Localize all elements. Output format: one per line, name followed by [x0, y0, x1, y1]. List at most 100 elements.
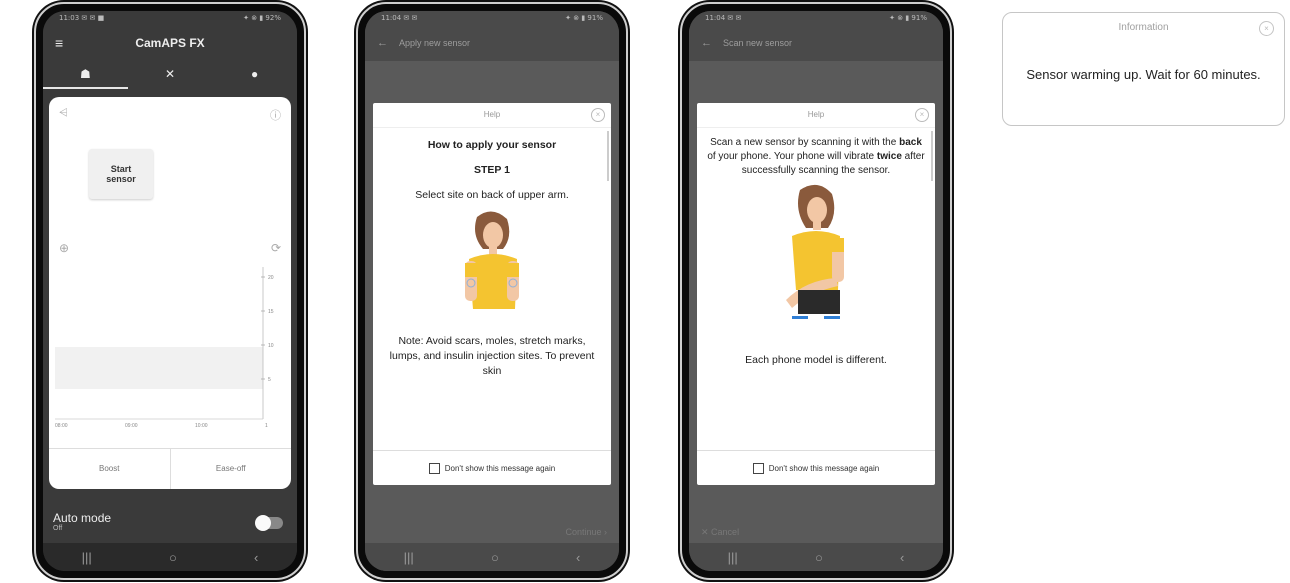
dialog-title: Help	[483, 110, 501, 119]
status-left: 11:04 ✉ ✉	[705, 14, 742, 22]
close-icon[interactable]: ×	[915, 108, 929, 122]
home-icon[interactable]: ☗	[43, 61, 128, 89]
x-tick-label: 08:00	[55, 423, 68, 427]
dialog-body: Scan a new sensor by scanning it with th…	[697, 128, 935, 375]
note-text: Note: Avoid scars, moles, stretch marks,…	[389, 335, 595, 377]
y-tick-label: 10	[268, 343, 274, 349]
information-dialog: Information × Sensor warming up. Wait fo…	[1002, 12, 1285, 126]
cancel-label: Cancel	[711, 527, 740, 537]
app-bar: ≡ CamAPS FX	[43, 25, 297, 61]
scan-bold-twice: twice	[876, 151, 902, 162]
step-label: STEP 1	[474, 164, 510, 176]
screen: 11:03 ✉ ✉ ■ ✦ ⊗ ▮ 92% ≡ CamAPS FX ☗ ✕ ● …	[43, 11, 297, 571]
back-arrow-icon[interactable]: ←	[377, 37, 399, 49]
x-tick-label: 1	[265, 423, 268, 427]
recents-icon[interactable]: |||	[404, 550, 414, 565]
dont-show-row[interactable]: Don't show this message again	[697, 450, 935, 485]
start-sensor-label: Start sensor	[106, 164, 136, 184]
close-icon[interactable]: ×	[591, 108, 605, 122]
signal-icon[interactable]: ⩤	[59, 107, 68, 120]
screen: 11:04 ✉ ✉ ✦ ⊗ ▮ 91% ← Apply new sensor H…	[365, 11, 619, 571]
information-message: Sensor warming up. Wait for 60 minutes.	[1026, 67, 1261, 82]
dont-show-checkbox[interactable]	[428, 462, 440, 474]
continue-label: Continue	[565, 527, 602, 537]
scan-text-2: of your phone. Your phone will vibrate	[707, 151, 877, 162]
target-range-band	[55, 347, 263, 389]
dont-show-label: Don't show this message again	[444, 463, 556, 473]
x-tick-label: 09:00	[125, 423, 138, 427]
drop-icon[interactable]: ●	[212, 61, 297, 89]
help-dialog: Help × How to apply your sensor STEP 1 S…	[373, 103, 611, 485]
status-card: ⩤ ⓘ Start sensor ⊕ ⟳ 20 15 10 5 08:00 09:00 1…	[49, 97, 291, 489]
screen-title: Apply new sensor	[399, 38, 471, 48]
auto-mode-toggle[interactable]	[255, 515, 283, 531]
close-icon[interactable]: ×	[1259, 21, 1274, 36]
dialog-heading: How to apply your sensor	[427, 139, 557, 151]
app-title: CamAPS FX	[135, 36, 205, 50]
tab-indicator	[43, 87, 128, 89]
status-left: 11:03 ✉ ✉ ■	[59, 14, 105, 22]
menu-icon[interactable]: ≡	[55, 35, 79, 51]
home-nav-icon[interactable]: ○	[491, 550, 499, 565]
back-arrow-icon[interactable]: ←	[701, 37, 723, 49]
phone-home-screen: 11:03 ✉ ✉ ■ ✦ ⊗ ▮ 92% ≡ CamAPS FX ☗ ✕ ● …	[34, 2, 306, 580]
home-nav-icon[interactable]: ○	[815, 550, 823, 565]
information-title: Information	[1118, 22, 1169, 33]
recents-icon[interactable]: |||	[728, 550, 738, 565]
glucose-chart: 20 15 10 5 08:00 09:00 10:00 1	[55, 267, 274, 427]
tools-icon[interactable]: ✕	[128, 61, 213, 89]
app-bar: ← Apply new sensor	[365, 25, 619, 61]
back-nav-icon[interactable]: ‹	[576, 550, 580, 565]
phone-apply-sensor: 11:04 ✉ ✉ ✦ ⊗ ▮ 91% ← Apply new sensor H…	[356, 2, 628, 580]
boost-button[interactable]: Boost	[49, 449, 171, 489]
scan-illustration	[786, 184, 844, 319]
auto-mode-row: Auto mode Off	[53, 511, 283, 532]
status-bar: 11:04 ✉ ✉ ✦ ⊗ ▮ 91%	[689, 11, 943, 25]
status-bar: 11:03 ✉ ✉ ■ ✦ ⊗ ▮ 92%	[43, 11, 297, 25]
bottom-actions: Boost Ease-off	[49, 448, 291, 489]
x-tick-label: 10:00	[195, 423, 208, 427]
dialog-title: Help	[807, 110, 825, 119]
scrollbar[interactable]	[931, 131, 933, 181]
status-bar: 11:04 ✉ ✉ ✦ ⊗ ▮ 91%	[365, 11, 619, 25]
y-tick-label: 5	[268, 377, 271, 383]
back-nav-icon[interactable]: ‹	[900, 550, 904, 565]
app-bar: ← Scan new sensor	[689, 25, 943, 61]
screen-title: Scan new sensor	[723, 38, 793, 48]
dialog-body: How to apply your sensor STEP 1 Select s…	[373, 128, 611, 387]
dont-show-row[interactable]: Don't show this message again	[373, 450, 611, 485]
cancel-button[interactable]: ✕ Cancel	[701, 527, 931, 538]
dialog-header: Help ×	[373, 103, 611, 128]
y-tick-label: 15	[268, 309, 274, 315]
system-nav-bar: ||| ○ ‹	[43, 543, 297, 571]
scrollbar[interactable]	[607, 131, 609, 181]
status-right: ✦ ⊗ ▮ 91%	[889, 14, 927, 22]
dialog-header: Help ×	[697, 103, 935, 128]
recents-icon[interactable]: |||	[82, 550, 92, 565]
information-header: Information ×	[1003, 21, 1284, 36]
back-nav-icon[interactable]: ‹	[254, 550, 258, 565]
scan-instructions: Scan a new sensor by scanning it with th…	[707, 136, 925, 178]
phone-scan-sensor: 11:04 ✉ ✉ ✦ ⊗ ▮ 91% ← Scan new sensor He…	[680, 2, 952, 580]
info-icon[interactable]: ⓘ	[270, 107, 281, 123]
status-right: ✦ ⊗ ▮ 92%	[243, 14, 281, 22]
ease-off-button[interactable]: Ease-off	[171, 449, 292, 489]
status-left: 11:04 ✉ ✉	[381, 14, 418, 22]
dont-show-checkbox[interactable]	[752, 462, 764, 474]
status-right: ✦ ⊗ ▮ 91%	[565, 14, 603, 22]
continue-button[interactable]: Continue ›	[377, 527, 607, 537]
auto-mode-state: Off	[53, 525, 63, 532]
system-nav-bar: ||| ○ ‹	[689, 543, 943, 571]
scan-bold-back: back	[899, 137, 922, 148]
y-tick-label: 20	[268, 275, 274, 281]
tab-bar: ☗ ✕ ●	[43, 61, 297, 89]
arm-illustration	[465, 211, 519, 309]
system-nav-bar: ||| ○ ‹	[365, 543, 619, 571]
start-sensor-button[interactable]: Start sensor	[89, 149, 153, 199]
auto-mode-label: Auto mode	[53, 511, 112, 525]
dont-show-label: Don't show this message again	[768, 463, 880, 473]
instruction-text: Select site on back of upper arm.	[415, 189, 569, 201]
help-dialog: Help × Scan a new sensor by scanning it …	[697, 103, 935, 485]
scan-text-1: Scan a new sensor by scanning it with th…	[710, 137, 900, 148]
home-nav-icon[interactable]: ○	[169, 550, 177, 565]
